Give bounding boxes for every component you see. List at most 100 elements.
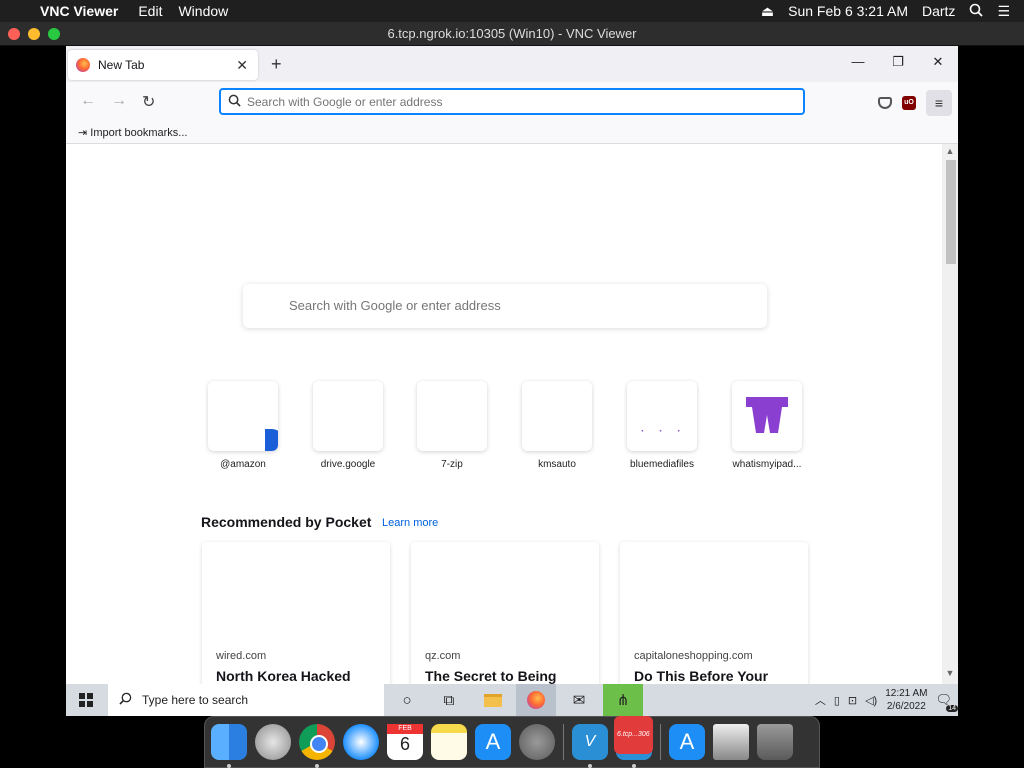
pocket-card[interactable]: capitaloneshopping.com Do This Before Yo… — [620, 542, 808, 684]
task-view-icon[interactable]: ⧉ — [429, 684, 469, 716]
pocket-card-domain: capitaloneshopping.com — [634, 650, 753, 662]
zoom-window-button[interactable] — [48, 28, 60, 40]
window-controls: — ❐ ✕ — [838, 54, 958, 70]
scroll-down-arrow-icon[interactable]: ▼ — [942, 668, 958, 682]
mac-dock: FEB 6 A V V 6.tcp...306 A — [204, 716, 820, 768]
minimize-window-button[interactable] — [28, 28, 40, 40]
firefox-navbar: ← → ↻ uO ≡ — [66, 82, 958, 122]
spotlight-search-icon[interactable] — [969, 3, 984, 20]
shortcut-bluemediafiles[interactable]: · · · bluemediafiles — [612, 381, 712, 470]
calendar-icon[interactable]: FEB 6 — [387, 724, 423, 760]
close-icon[interactable]: ✕ — [918, 54, 958, 70]
vnc-viewer-window-icon[interactable]: V 6.tcp...306 — [614, 716, 653, 768]
menubar-user[interactable]: Dartz — [922, 3, 955, 19]
notification-count: 14 — [946, 705, 958, 712]
vnc-window-titlebar: 6.tcp.ngrok.io:10305 (Win10) - VNC Viewe… — [0, 22, 1024, 46]
shortcut-7zip[interactable]: 7-zip — [402, 381, 502, 470]
vnc-window-title: 6.tcp.ngrok.io:10305 (Win10) - VNC Viewe… — [387, 26, 637, 41]
shortcut-label: bluemediafiles — [630, 459, 694, 470]
tab-new-tab[interactable]: New Tab ✕ — [68, 50, 258, 80]
pocket-icon[interactable] — [878, 97, 892, 109]
chrome-icon[interactable] — [299, 724, 335, 768]
tab-title: New Tab — [98, 58, 145, 72]
pocket-card[interactable]: wired.com North Korea Hacked — [202, 542, 390, 684]
app-store-downloads-icon[interactable]: A — [669, 724, 705, 760]
window-traffic-lights — [8, 28, 60, 40]
minimize-icon[interactable]: — — [838, 54, 878, 70]
calendar-month: FEB — [387, 724, 423, 734]
newtab-page: Search with Google or enter address @ama… — [66, 144, 942, 684]
file-explorer-icon[interactable] — [473, 684, 513, 716]
vnc-viewer-icon[interactable]: V — [572, 724, 608, 768]
scroll-up-arrow-icon[interactable]: ▲ — [942, 146, 958, 160]
windows-start-button[interactable] — [66, 684, 106, 716]
shortcut-label: whatismyipad... — [732, 459, 802, 470]
pocket-section-title: Recommended by Pocket — [201, 514, 372, 530]
remote-desktop[interactable]: New Tab ✕ + — ❐ ✕ ← → ↻ uO ≡ ⇥ Import bo… — [66, 46, 958, 716]
share-app-icon[interactable]: ⋔ — [603, 684, 643, 716]
dock-separator — [563, 724, 564, 760]
new-tab-button[interactable]: + — [271, 54, 282, 75]
taskbar-firefox-icon[interactable] — [516, 684, 556, 716]
forward-arrow-icon[interactable]: → — [111, 92, 127, 110]
system-tray: ︿ ▯ ⊡ ◁) 12:21 AM 2/6/2022 🗨 14 — [815, 684, 958, 716]
shortcut-drive-google[interactable]: drive.google — [298, 381, 398, 470]
pocket-card[interactable]: qz.com The Secret to Being — [411, 542, 599, 684]
shortcut-kmsauto[interactable]: kmsauto — [507, 381, 607, 470]
app-store-icon[interactable]: A — [475, 724, 511, 760]
restore-icon[interactable]: ❐ — [878, 54, 918, 70]
cortana-icon[interactable]: ○ — [387, 684, 427, 716]
taskbar-date: 2/6/2022 — [886, 701, 926, 712]
tray-chevron-icon[interactable]: ︿ — [815, 692, 826, 708]
safari-icon[interactable] — [343, 724, 379, 760]
scroll-thumb[interactable] — [946, 160, 956, 264]
url-bar[interactable] — [219, 88, 805, 115]
dock-separator — [660, 724, 661, 760]
network-icon[interactable]: ⊡ — [848, 694, 857, 707]
vnc-window-badge: 6.tcp...306 — [614, 716, 653, 754]
shortcut-label: kmsauto — [538, 459, 576, 470]
launchpad-icon[interactable] — [255, 724, 291, 760]
mail-icon[interactable]: ✉ — [559, 684, 599, 716]
notes-icon[interactable] — [431, 724, 467, 760]
reload-icon[interactable]: ↻ — [142, 92, 155, 112]
import-bookmarks-link[interactable]: ⇥ Import bookmarks... — [78, 127, 187, 139]
taskbar-clock[interactable]: 12:21 AM 2/6/2022 — [885, 687, 927, 713]
pocket-learn-more-link[interactable]: Learn more — [382, 517, 438, 529]
windows-taskbar: Type here to search ○ ⧉ ✉ ⋔ ︿ ▯ ⊡ ◁) 12:… — [66, 684, 958, 716]
close-tab-icon[interactable]: ✕ — [236, 57, 248, 74]
volume-icon[interactable]: ◁) — [865, 694, 877, 707]
shortcut-whatismyipaddress[interactable]: whatismyipad... — [717, 381, 817, 470]
calendar-day: 6 — [399, 734, 410, 754]
eject-icon[interactable]: ⏏ — [761, 3, 774, 20]
device-icon[interactable]: ▯ — [834, 694, 840, 707]
windows-logo-icon — [79, 693, 93, 707]
page-scrollbar[interactable]: ▲ ▼ — [942, 144, 958, 684]
shortcut-tile — [522, 381, 592, 451]
menu-window[interactable]: Window — [178, 3, 228, 19]
back-arrow-icon[interactable]: ← — [80, 92, 96, 110]
search-icon — [108, 692, 142, 708]
finder-icon[interactable] — [211, 724, 247, 768]
downloads-stack-icon[interactable] — [713, 724, 749, 760]
shortcut-tile — [732, 381, 802, 451]
url-input[interactable] — [247, 94, 787, 109]
hamburger-menu-icon[interactable]: ≡ — [926, 90, 952, 116]
menubar-clock[interactable]: Sun Feb 6 3:21 AM — [788, 3, 908, 19]
shortcut-label: drive.google — [320, 459, 376, 470]
control-center-icon[interactable]: ☰ — [997, 3, 1010, 20]
close-window-button[interactable] — [8, 28, 20, 40]
notification-center-icon[interactable]: 🗨 14 — [935, 692, 958, 712]
trash-icon[interactable] — [757, 724, 793, 760]
shortcut-label: 7-zip — [441, 459, 463, 470]
whatismyip-logo-icon — [746, 397, 788, 433]
shortcut-amazon[interactable]: @amazon — [193, 381, 293, 470]
pocket-card-headline: North Korea Hacked — [216, 668, 351, 684]
newtab-search-box[interactable]: Search with Google or enter address — [243, 284, 767, 328]
taskbar-time: 12:21 AM — [885, 688, 928, 699]
taskbar-search-box[interactable]: Type here to search — [108, 684, 384, 716]
menu-edit[interactable]: Edit — [138, 3, 162, 19]
app-menu-name[interactable]: VNC Viewer — [40, 3, 118, 19]
system-preferences-icon[interactable] — [519, 724, 555, 760]
ublock-origin-icon[interactable]: uO — [902, 96, 916, 110]
